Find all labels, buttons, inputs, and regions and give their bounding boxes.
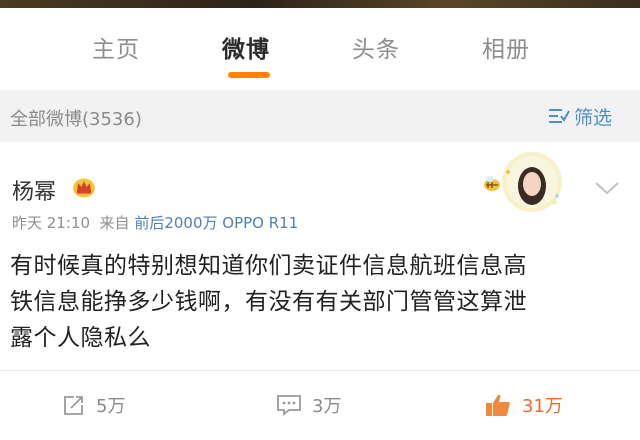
like-count: 31万 bbox=[522, 396, 563, 417]
post-username[interactable]: 杨幂 bbox=[12, 174, 56, 206]
crown-badge-icon bbox=[73, 178, 95, 198]
post-source-link[interactable]: 前后2000万 OPPO R11 bbox=[134, 214, 298, 232]
post-content-line: 铁信息能挣多少钱啊，有没有有关部门管管这算泄 bbox=[10, 289, 527, 315]
comment-icon bbox=[277, 395, 301, 416]
filter-bar: 全部微博(3536) 筛选 bbox=[0, 90, 640, 142]
post-content-line: 有时候真的特别想知道你们卖证件信息航班信息高 bbox=[10, 253, 527, 279]
top-banner-strip bbox=[0, 0, 640, 8]
source-prefix: 来自 bbox=[99, 214, 130, 232]
active-tab-indicator bbox=[228, 72, 270, 78]
avatar[interactable] bbox=[462, 152, 582, 212]
thumbs-up-icon bbox=[486, 394, 510, 416]
post-content-line: 露个人隐私么 bbox=[10, 325, 151, 351]
post-content: 有时候真的特别想知道你们卖证件信息航班信息高 铁信息能挣多少钱啊，有没有有关部门… bbox=[10, 248, 625, 356]
weibo-post-card: 杨幂 昨天 21:10 来自 前后2000万 OPPO R11 有时候真的特别想… bbox=[0, 142, 640, 440]
tab-weibo[interactable]: 微博 bbox=[222, 30, 270, 64]
filter-button[interactable]: 筛选 bbox=[548, 103, 612, 129]
like-button[interactable]: 31万 bbox=[484, 392, 563, 418]
repost-count: 5万 bbox=[96, 396, 126, 417]
comment-count: 3万 bbox=[312, 396, 342, 417]
comment-button[interactable]: 3万 bbox=[276, 392, 341, 418]
post-time: 昨天 21:10 bbox=[12, 214, 90, 232]
tab-headlines[interactable]: 头条 bbox=[352, 30, 400, 64]
chevron-down-icon[interactable] bbox=[594, 180, 620, 196]
repost-button[interactable]: 5万 bbox=[62, 392, 125, 418]
filter-icon bbox=[549, 109, 570, 123]
tab-home[interactable]: 主页 bbox=[92, 30, 140, 64]
post-action-bar: 5万 3万 31万 bbox=[0, 382, 640, 422]
filter-button-label: 筛选 bbox=[574, 106, 613, 129]
tab-album[interactable]: 相册 bbox=[482, 30, 530, 64]
divider bbox=[0, 370, 640, 371]
repost-icon bbox=[64, 396, 83, 415]
profile-tab-bar: 主页 微博 头条 相册 bbox=[0, 8, 640, 90]
post-count-label: 全部微博(3536) bbox=[10, 109, 142, 130]
post-meta: 昨天 21:10 来自 前后2000万 OPPO R11 bbox=[12, 212, 298, 233]
